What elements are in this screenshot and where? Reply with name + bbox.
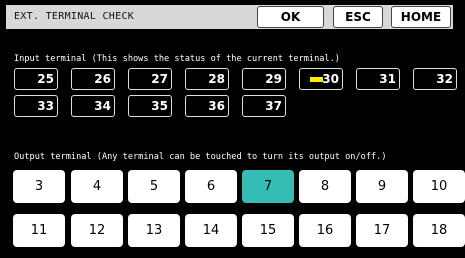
output-terminal-button-11[interactable]: 11 xyxy=(13,214,65,247)
input-terminal-number: 33 xyxy=(37,99,54,113)
input-terminal-number: 34 xyxy=(94,99,111,113)
input-terminal-28: 28 xyxy=(185,68,229,90)
input-terminal-33: 33 xyxy=(14,95,58,117)
input-terminal-37: 37 xyxy=(242,95,286,117)
input-terminal-number: 35 xyxy=(151,99,168,113)
input-terminal-number: 27 xyxy=(151,72,168,86)
output-terminal-button-3[interactable]: 3 xyxy=(13,170,65,203)
output-terminal-button-8[interactable]: 8 xyxy=(299,170,351,203)
input-terminal-number: 29 xyxy=(265,72,282,86)
input-terminal-number: 26 xyxy=(94,72,111,86)
input-terminal-number: 25 xyxy=(37,72,54,86)
output-terminal-button-7[interactable]: 7 xyxy=(242,170,294,203)
output-terminal-button-16[interactable]: 16 xyxy=(299,214,351,247)
input-terminal-label: Input terminal (This shows the status of… xyxy=(14,54,340,64)
output-terminal-button-5[interactable]: 5 xyxy=(128,170,180,203)
input-terminal-29: 29 xyxy=(242,68,286,90)
input-terminal-32: 32 xyxy=(413,68,457,90)
input-terminal-number: 32 xyxy=(436,72,453,86)
screen-title: EXT. TERMINAL CHECK xyxy=(14,11,135,22)
input-terminal-36: 36 xyxy=(185,95,229,117)
esc-button[interactable]: ESC xyxy=(333,6,383,28)
input-terminal-30: 30 xyxy=(299,68,343,90)
input-terminal-number: 31 xyxy=(379,72,396,86)
input-terminal-number: 36 xyxy=(208,99,225,113)
ok-button[interactable]: OK xyxy=(257,6,324,28)
output-terminal-button-9[interactable]: 9 xyxy=(356,170,408,203)
output-terminal-button-12[interactable]: 12 xyxy=(71,214,123,247)
home-button[interactable]: HOME xyxy=(391,6,451,28)
input-active-indicator xyxy=(310,77,323,82)
input-terminal-31: 31 xyxy=(356,68,400,90)
input-terminal-number: 37 xyxy=(265,99,282,113)
input-terminal-34: 34 xyxy=(71,95,115,117)
output-terminal-button-4[interactable]: 4 xyxy=(71,170,123,203)
input-terminal-26: 26 xyxy=(71,68,115,90)
output-terminal-button-10[interactable]: 10 xyxy=(413,170,465,203)
output-terminal-button-18[interactable]: 18 xyxy=(413,214,465,247)
output-terminal-button-13[interactable]: 13 xyxy=(128,214,180,247)
output-terminal-label: Output terminal (Any terminal can be tou… xyxy=(14,152,387,162)
terminal-check-screen: EXT. TERMINAL CHECK OK ESC HOME Input te… xyxy=(0,0,465,258)
input-terminal-35: 35 xyxy=(128,95,172,117)
input-terminal-number: 28 xyxy=(208,72,225,86)
input-terminal-27: 27 xyxy=(128,68,172,90)
output-terminal-button-14[interactable]: 14 xyxy=(185,214,237,247)
output-terminal-button-15[interactable]: 15 xyxy=(242,214,294,247)
input-terminal-number: 30 xyxy=(322,72,339,86)
output-terminal-button-17[interactable]: 17 xyxy=(356,214,408,247)
input-terminal-25: 25 xyxy=(14,68,58,90)
output-terminal-button-6[interactable]: 6 xyxy=(185,170,237,203)
